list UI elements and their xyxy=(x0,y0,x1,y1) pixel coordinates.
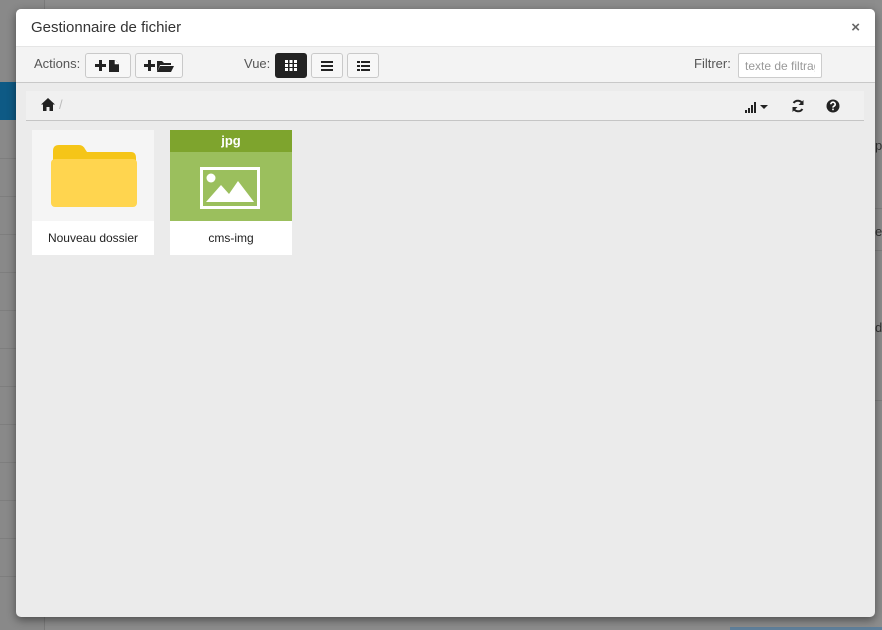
filter-label: Filtrer: xyxy=(694,56,731,71)
file-thumbnail: jpg xyxy=(170,130,292,221)
close-button[interactable]: × xyxy=(851,19,860,36)
home-icon[interactable] xyxy=(41,98,55,116)
help-icon[interactable] xyxy=(826,99,840,118)
breadcrumb-separator: / xyxy=(59,97,63,112)
folder-thumbnail xyxy=(32,130,154,221)
breadcrumb: / xyxy=(26,91,864,121)
file-item[interactable]: jpg cms-img xyxy=(170,130,292,255)
folder-name: Nouveau dossier xyxy=(47,231,139,245)
grid-view-icon xyxy=(285,60,297,71)
filter-input[interactable] xyxy=(738,53,822,78)
list-view-button[interactable] xyxy=(311,53,343,78)
detail-list-icon xyxy=(356,60,370,71)
file-manager-dialog: Gestionnaire de fichier × Actions: Vue: xyxy=(16,9,875,617)
image-icon xyxy=(200,167,260,209)
dialog-header: Gestionnaire de fichier × xyxy=(16,9,875,47)
background-text-fragment: pi xyxy=(875,138,882,153)
background-text-fragment: de xyxy=(875,320,882,335)
background-text-fragment: e xyxy=(875,224,882,239)
detail-view-button[interactable] xyxy=(347,53,379,78)
folder-item[interactable]: Nouveau dossier xyxy=(32,130,154,255)
refresh-icon[interactable] xyxy=(791,99,805,118)
new-file-button[interactable] xyxy=(85,53,131,78)
file-name: cms-img xyxy=(208,231,254,245)
background-right-edge: pi e de xyxy=(875,0,882,630)
new-folder-icon xyxy=(144,59,174,72)
dialog-title: Gestionnaire de fichier xyxy=(31,19,182,36)
background-active-tab xyxy=(0,82,16,120)
actions-label: Actions: xyxy=(34,56,81,71)
grid-view-button[interactable] xyxy=(275,53,307,78)
new-folder-button[interactable] xyxy=(135,53,183,78)
folder-icon xyxy=(51,145,137,207)
sort-icon[interactable] xyxy=(745,100,769,118)
view-label: Vue: xyxy=(244,56,271,71)
list-view-icon xyxy=(321,60,333,71)
file-extension-badge: jpg xyxy=(170,130,292,152)
new-file-icon xyxy=(95,59,119,72)
toolbar: Actions: Vue: Filtrer: texte de filtrage xyxy=(16,47,875,83)
